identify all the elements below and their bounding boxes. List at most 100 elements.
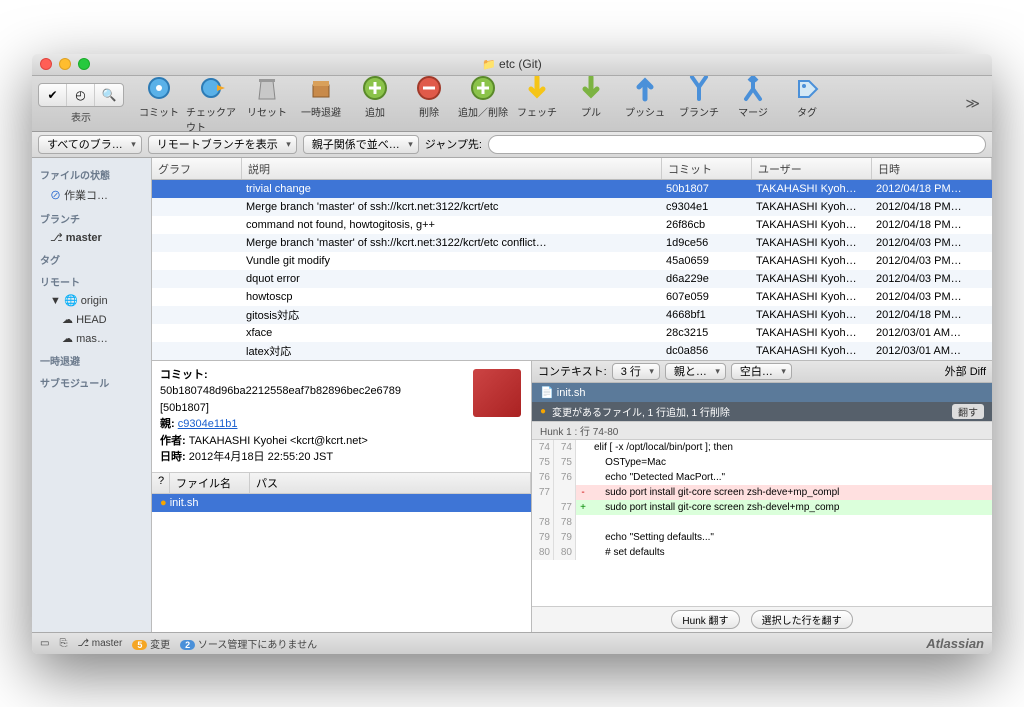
- jump-input[interactable]: [488, 135, 986, 154]
- date-value: 2012年4月18日 22:55:20 JST: [189, 451, 333, 463]
- toolbar-merge-button[interactable]: マージ: [726, 72, 780, 134]
- toolbar-stash-button[interactable]: 一時退避: [294, 72, 348, 134]
- parent-sha-link[interactable]: c9304e11b1: [178, 418, 238, 430]
- author-label: 作者:: [160, 435, 186, 447]
- commit-row[interactable]: gitosis対応4668bf1TAKAHASHI Kyoh…2012/04/1…: [152, 306, 992, 324]
- sidebar-working-copy[interactable]: ⊘ 作業コ…: [32, 184, 151, 206]
- pull-icon: [575, 72, 607, 104]
- view-label: 表示: [71, 109, 91, 124]
- sidebar-remote-origin[interactable]: ▼ 🌐 origin: [32, 291, 151, 310]
- toolbar-commit-button[interactable]: コミット: [132, 72, 186, 134]
- commit-row[interactable]: latex対応dc0a856TAKAHASHI Kyoh…2012/03/01 …: [152, 342, 992, 360]
- diff-status: ● 変更があるファイル, 1 行追加, 1 行削除 翻す: [532, 402, 992, 421]
- commit-row[interactable]: xface28c3215TAKAHASHI Kyoh…2012/03/01 AM…: [152, 324, 992, 342]
- col-user[interactable]: ユーザー: [752, 158, 872, 179]
- stash-icon: [305, 72, 337, 104]
- context-select[interactable]: 3 行: [612, 363, 660, 380]
- context-label: コンテキスト:: [538, 363, 607, 379]
- diff-status-text: 変更があるファイル, 1 行追加, 1 行削除: [552, 404, 730, 419]
- sidebar-branches-h: ブランチ: [32, 206, 151, 228]
- toolbar-branch-button[interactable]: ブランチ: [672, 72, 726, 134]
- sidebar-tags-h: タグ: [32, 247, 151, 269]
- external-diff-button[interactable]: 外部 Diff: [945, 363, 986, 379]
- diff-line[interactable]: 8080 # set defaults: [532, 545, 992, 560]
- file-col-name[interactable]: ファイル名: [170, 473, 250, 493]
- push-icon: [629, 72, 661, 104]
- sidebar-remote-head[interactable]: ☁ HEAD: [32, 310, 151, 329]
- col-commit[interactable]: コミット: [662, 158, 752, 179]
- diff-line[interactable]: 7878: [532, 515, 992, 530]
- hunk-header: Hunk 1 : 行 74-80: [532, 421, 992, 440]
- status-branch: ⎇ master: [77, 638, 122, 649]
- toolbar-overflow[interactable]: ≫: [959, 95, 986, 112]
- toolbar-fetch-button[interactable]: フェッチ: [510, 72, 564, 134]
- file-col-path[interactable]: パス: [250, 473, 531, 493]
- commit-list[interactable]: trivial change50b1807TAKAHASHI Kyoh…2012…: [152, 180, 992, 360]
- selected-revert-button[interactable]: 選択した行を翻す: [751, 610, 853, 629]
- untracked-count: 2: [180, 640, 195, 650]
- toolbar-addremove-button[interactable]: 追加／削除: [456, 72, 510, 134]
- commit-row[interactable]: dquot errord6a229eTAKAHASHI Kyoh…2012/04…: [152, 270, 992, 288]
- commit-row[interactable]: command not found, howtogitosis, g++26f8…: [152, 216, 992, 234]
- commit-row[interactable]: trivial change50b1807TAKAHASHI Kyoh…2012…: [152, 180, 992, 198]
- filter-bar: すべてのブラ… リモートブランチを表示 親子関係で並べ… ジャンプ先:: [32, 132, 992, 158]
- window-title: etc (Git): [32, 57, 992, 71]
- addremove-icon: [467, 72, 499, 104]
- col-date[interactable]: 日時: [872, 158, 992, 179]
- window-controls: [40, 58, 90, 70]
- close-icon[interactable]: [40, 58, 52, 70]
- filter-branches[interactable]: すべてのブラ…: [38, 135, 142, 154]
- toolbar-push-button[interactable]: プッシュ: [618, 72, 672, 134]
- commit-row[interactable]: howtoscp607e059TAKAHASHI Kyoh…2012/04/03…: [152, 288, 992, 306]
- avatar: [473, 369, 521, 417]
- diff-opt-whitespace[interactable]: 空白…: [731, 363, 792, 380]
- toolbar-remove-button[interactable]: 削除: [402, 72, 456, 134]
- branch-icon: [683, 72, 715, 104]
- col-desc[interactable]: 説明: [242, 158, 662, 179]
- toolbar-pull-button[interactable]: プル: [564, 72, 618, 134]
- commit-short-sha: [50b1807]: [160, 402, 209, 414]
- statusbar: ▭ ⎘ ⎇ master 5 変更 2 ソース管理下にありません Atlassi…: [32, 632, 992, 654]
- terminal-icon[interactable]: ⎘: [59, 638, 67, 649]
- toolbar-tag-button[interactable]: タグ: [780, 72, 834, 134]
- diff-line[interactable]: 77- sudo port install git-core screen zs…: [532, 485, 992, 500]
- file-col-q[interactable]: ?: [152, 473, 170, 493]
- minimize-icon[interactable]: [59, 58, 71, 70]
- zoom-icon[interactable]: [78, 58, 90, 70]
- diff-opt-parent[interactable]: 親と…: [665, 363, 726, 380]
- diff-line[interactable]: 7979 echo "Setting defaults...": [532, 530, 992, 545]
- sidebar-remote-master[interactable]: ☁ mas…: [32, 329, 151, 348]
- sidebar-stash-h: 一時退避: [32, 348, 151, 370]
- view-mode-group: ✔ ◴ 🔍: [38, 83, 124, 107]
- file-row[interactable]: init.sh: [152, 494, 531, 512]
- diff-line[interactable]: 7676 echo "Detected MacPort...": [532, 470, 992, 485]
- toolbar-add-button[interactable]: 追加: [348, 72, 402, 134]
- commit-row[interactable]: Merge branch 'master' of ssh://kcrt.net:…: [152, 198, 992, 216]
- toolbar: ✔ ◴ 🔍 表示 コミットチェックアウトリセット一時退避追加削除追加／削除フェッ…: [32, 76, 992, 132]
- hunk-revert-button[interactable]: Hunk 翻す: [671, 610, 739, 629]
- filter-sort[interactable]: 親子関係で並べ…: [303, 135, 419, 154]
- parent-label: 親:: [160, 418, 175, 430]
- toolbar-reset-button[interactable]: リセット: [240, 72, 294, 134]
- changes-count: 5: [132, 640, 147, 650]
- diff-line[interactable]: 7575 OSType=Mac: [532, 455, 992, 470]
- sidebar-branch-master[interactable]: ⎇ master: [32, 228, 151, 247]
- revert-button[interactable]: 翻す: [952, 404, 984, 419]
- drawer-icon[interactable]: ▭: [40, 638, 49, 649]
- file-list-header: ? ファイル名 パス: [152, 472, 531, 494]
- commit-row[interactable]: Merge branch 'master' of ssh://kcrt.net:…: [152, 234, 992, 252]
- commit-columns: グラフ 説明 コミット ユーザー 日時: [152, 158, 992, 180]
- commit-row[interactable]: Vundle git modify45a0659TAKAHASHI Kyoh…2…: [152, 252, 992, 270]
- titlebar[interactable]: etc (Git): [32, 54, 992, 76]
- filter-remote-branches[interactable]: リモートブランチを表示: [148, 135, 297, 154]
- checkout-icon: [197, 72, 229, 104]
- view-mode-checkmark[interactable]: ✔: [39, 84, 67, 106]
- diff-line[interactable]: 77+ sudo port install git-core screen zs…: [532, 500, 992, 515]
- view-mode-search[interactable]: 🔍: [95, 84, 123, 106]
- commit-full-sha: 50b180748d96ba2212558eaf7b82896bec2e6789: [160, 385, 401, 397]
- view-mode-clock[interactable]: ◴: [67, 84, 95, 106]
- toolbar-checkout-button[interactable]: チェックアウト: [186, 72, 240, 134]
- diff-code[interactable]: 7474elif [ -x /opt/local/bin/port ]; the…: [532, 440, 992, 606]
- col-graph[interactable]: グラフ: [152, 158, 242, 179]
- diff-line[interactable]: 7474elif [ -x /opt/local/bin/port ]; the…: [532, 440, 992, 455]
